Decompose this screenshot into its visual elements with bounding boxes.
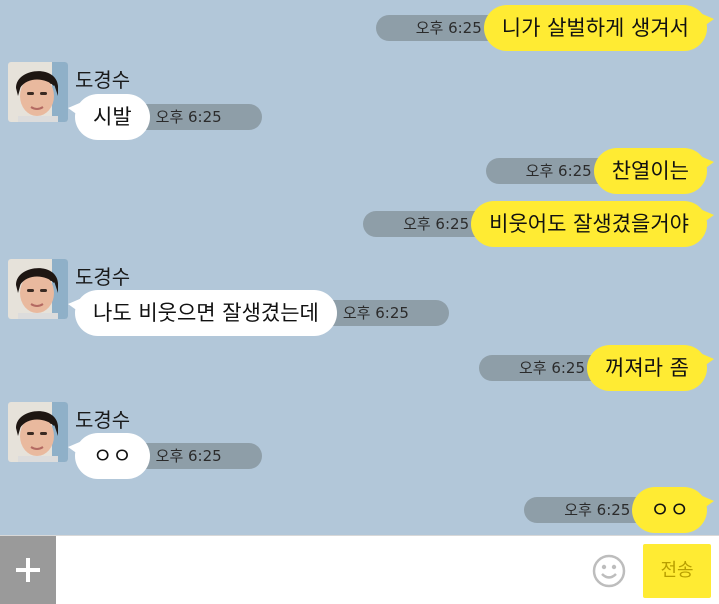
message-time: 오후 6:25 (524, 497, 645, 523)
message-bubble[interactable]: 시발 (68, 94, 150, 140)
sender-name: 도경수 (75, 408, 131, 432)
message-composer: 전송 (0, 535, 719, 604)
chat-message-incoming: 나도 비웃으면 잘생겼는데 오후 6:25 (68, 290, 449, 336)
chat-message-outgoing: 오후 6:25 꺼져라 좀 (478, 345, 714, 391)
message-bubble[interactable]: 찬열이는 (593, 148, 715, 194)
message-bubble[interactable]: 나도 비웃으면 잘생겼는데 (68, 290, 337, 336)
attach-button[interactable] (0, 536, 56, 604)
message-input[interactable] (62, 542, 586, 600)
message-time: 오후 6:25 (139, 443, 262, 469)
sender-avatar[interactable] (8, 259, 68, 319)
sender-avatar[interactable] (8, 402, 68, 462)
chat-message-outgoing: 오후 6:25 니가 살벌하게 생겨서 (375, 5, 715, 51)
message-bubble[interactable]: 비웃어도 잘생겼을거야 (471, 201, 714, 247)
emoji-button[interactable] (592, 554, 626, 588)
message-bubble[interactable]: ㅇㅇ (632, 487, 714, 533)
message-bubble[interactable]: 꺼져라 좀 (587, 345, 714, 391)
message-time: 오후 6:25 (478, 355, 600, 381)
send-button[interactable]: 전송 (643, 544, 711, 598)
chat-message-incoming: 시발 오후 6:25 (68, 94, 262, 140)
chat-screen: 오후 6:25 니가 살벌하게 생겨서 도경수 시발 오후 6:25 오후 6:… (0, 0, 719, 604)
message-bubble[interactable]: 니가 살벌하게 생겨서 (483, 5, 715, 51)
plus-icon (16, 558, 40, 582)
smiley-icon (592, 554, 626, 588)
sender-name: 도경수 (75, 265, 131, 289)
chat-message-incoming: ㅇㅇ 오후 6:25 (68, 433, 262, 479)
sender-name: 도경수 (75, 68, 131, 92)
message-bubble[interactable]: ㅇㅇ (68, 433, 150, 479)
message-time: 오후 6:25 (326, 300, 449, 326)
chat-message-outgoing: 오후 6:25 찬열이는 (485, 148, 715, 194)
chat-message-outgoing: 오후 6:25 비웃어도 잘생겼을거야 (363, 201, 714, 247)
message-time: 오후 6:25 (363, 211, 484, 237)
message-time: 오후 6:25 (485, 158, 606, 184)
chat-message-outgoing: 오후 6:25 ㅇㅇ (524, 487, 714, 533)
sender-avatar[interactable] (8, 62, 68, 122)
message-time: 오후 6:25 (375, 15, 496, 41)
message-time: 오후 6:25 (139, 104, 262, 130)
